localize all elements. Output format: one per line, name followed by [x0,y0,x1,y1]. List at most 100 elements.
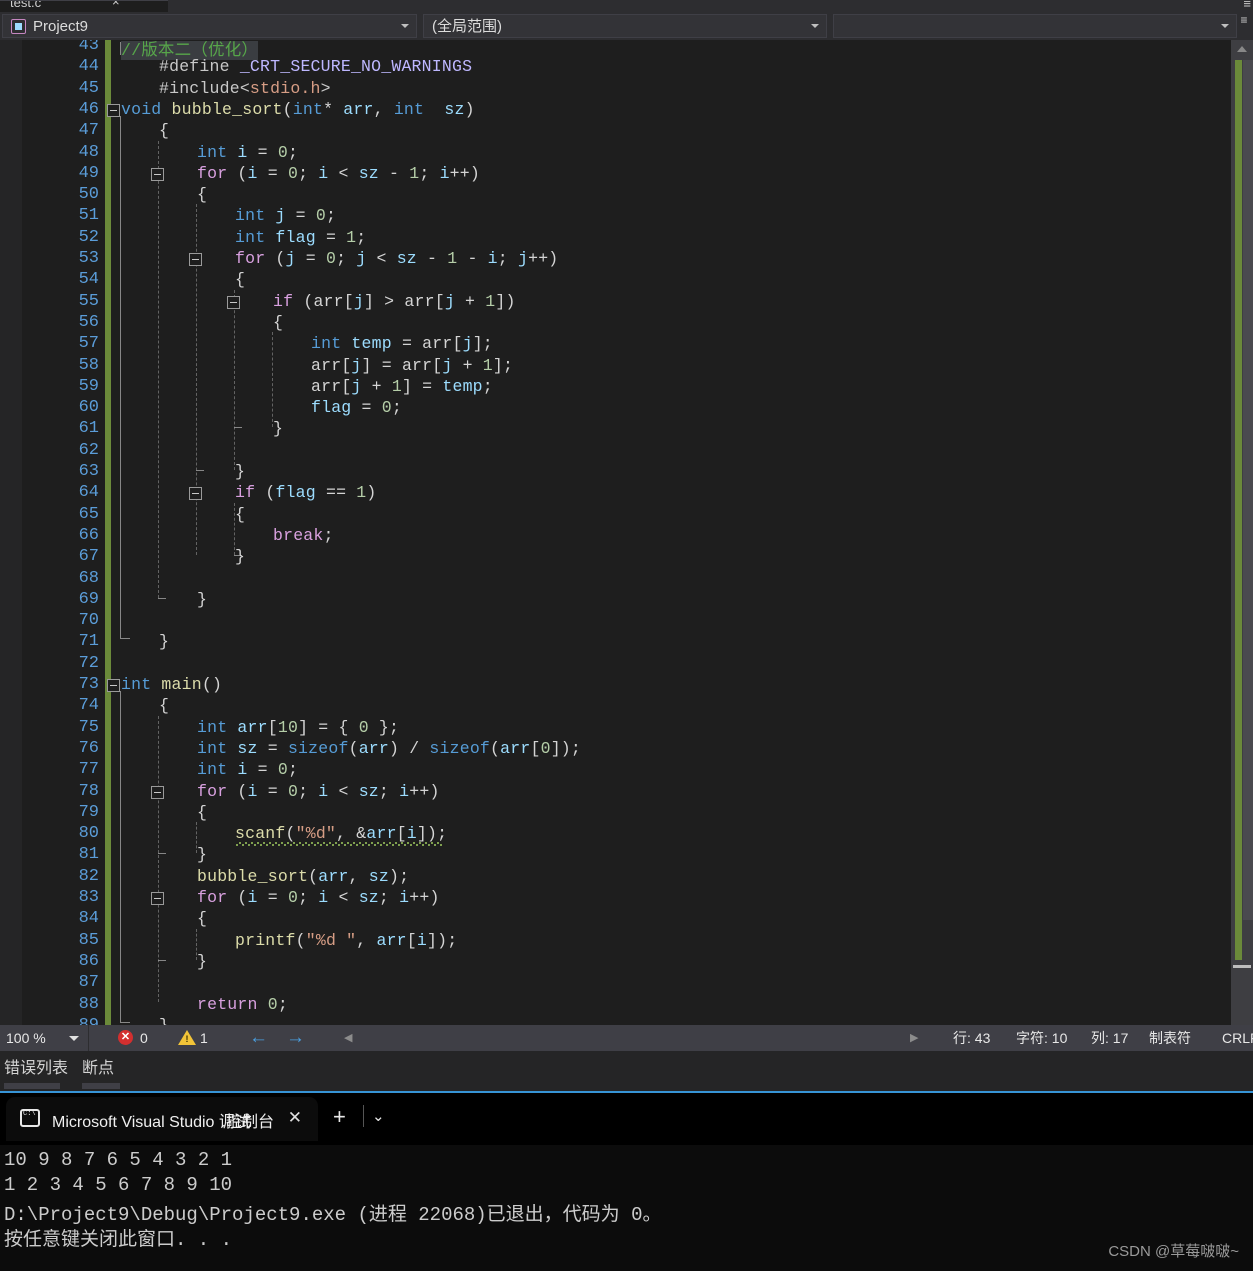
code-editor[interactable]: 43 44 45 46 47 48 49 50 51 52 53 54 55 56 57 58 59 60 61 62… [0,40,1253,1025]
code-token: ( [285,824,296,844]
zoom-selector[interactable]: 100 % [0,1025,89,1051]
code-line[interactable]: } [197,952,207,971]
new-terminal-icon[interactable]: + [333,1105,346,1129]
close-icon[interactable]: × [112,1,120,9]
code-line[interactable]: { [197,803,207,822]
code-text-area[interactable]: //版本二（优化） #define _CRT_SECURE_NO_WARNINGS… [107,40,1253,1025]
code-line[interactable]: { [159,696,169,715]
code-token: [ [432,355,443,375]
code-token: main [161,675,202,694]
code-line[interactable]: { [273,313,283,332]
code-line[interactable]: int j = 0; [235,206,336,225]
code-line[interactable]: int sz = sizeof(arr) / sizeof(arr[0]); [197,739,581,758]
code-line[interactable]: for (i = 0; i < sz - 1; i++) [197,164,480,183]
code-line[interactable]: bubble_sort(arr, sz); [197,867,409,886]
collapse-toggle-icon[interactable] [227,295,240,309]
code-line[interactable]: #include<stdio.h> [159,79,331,98]
tab-test-c[interactable]: test.c pin-icon × [0,0,168,12]
code-line[interactable]: #define _CRT_SECURE_NO_WARNINGS [159,57,472,76]
code-line[interactable]: if (arr[j] > arr[j + 1]) [273,292,516,311]
tab-breakpoints[interactable]: 断点 [82,1055,114,1083]
eol-indicator[interactable]: CRLF [1222,1025,1253,1051]
navbar-overflow-icon[interactable]: ≡ [1237,14,1251,34]
tab-overflow-icon[interactable]: ≡ [1243,0,1251,11]
terminal-tab[interactable]: Microsoft Visual Studio 调试 控制台 ✕ [6,1097,318,1141]
tab-mode-indicator[interactable]: 制表符 [1149,1025,1191,1051]
code-line[interactable]: if (flag == 1) [235,483,377,502]
collapse-toggle-icon[interactable] [151,892,164,905]
code-line[interactable]: int temp = arr[j]; [311,334,493,353]
editor-vertical-scrollbar[interactable] [1231,40,1253,1025]
code-token: i [406,824,417,844]
close-icon[interactable]: ✕ [288,1107,302,1129]
error-count[interactable]: 0 [140,1025,148,1051]
terminal-tab-title-overlap: 控制台 [226,1114,275,1131]
code-line[interactable]: { [235,270,245,289]
code-token: } [235,462,246,481]
code-token: ]); [427,930,458,950]
code-line[interactable]: int flag = 1; [235,228,366,247]
scope-selector[interactable]: (全局范围) [423,14,827,38]
code-token: , [373,99,394,119]
code-token: } [235,547,246,567]
member-selector[interactable] [833,14,1237,38]
line-number: 85 [78,930,99,950]
code-token: for [197,163,228,183]
code-line[interactable]: } [159,632,169,651]
line-number: 86 [78,951,99,971]
code-line[interactable]: void bubble_sort(int* arr, int sz) [121,100,475,119]
code-line[interactable]: return 0; [197,995,288,1014]
code-token: int [292,99,324,119]
code-token: } [197,845,208,865]
collapse-toggle-icon[interactable] [151,167,164,181]
scrollbar-thumb[interactable] [1243,60,1253,920]
code-line[interactable]: scanf("%d", &arr[i]); [235,824,447,843]
code-line[interactable]: int i = 0; [197,143,298,162]
code-line[interactable]: break; [273,526,334,545]
expand-right-icon[interactable]: ▶ [910,1025,918,1051]
debug-console[interactable]: Microsoft Visual Studio 调试 控制台 ✕ + ⌄ 10 … [0,1093,1253,1271]
code-line[interactable]: for (i = 0; i < sz; i++) [197,782,440,801]
code-line[interactable]: for (j = 0; j < sz - 1 - i; j++) [235,249,558,268]
navigate-forward-icon[interactable]: → [286,1025,305,1051]
code-line[interactable]: } [197,845,207,864]
code-line[interactable]: flag = 0; [311,398,402,417]
scroll-up-icon[interactable] [1237,46,1247,52]
tab-error-list[interactable]: 错误列表 [4,1055,68,1083]
code-line[interactable]: int arr[10] = { 0 }; [197,718,399,737]
code-token: arr [500,738,531,758]
code-token: i [399,781,410,801]
collapse-toggle-icon[interactable] [189,487,202,501]
collapse-left-icon[interactable]: ◀ [344,1025,352,1051]
collapse-toggle-icon[interactable] [107,679,120,692]
code-line[interactable]: int i = 0; [197,760,298,779]
code-line[interactable]: } [159,1016,169,1025]
code-line[interactable]: } [235,547,245,566]
navigate-back-icon[interactable]: ← [249,1025,268,1051]
code-line[interactable]: { [159,121,169,140]
code-token: arr [422,334,453,354]
chevron-down-icon [811,24,819,28]
code-line[interactable]: { [197,185,207,204]
code-line[interactable]: printf("%d ", arr[i]); [235,931,457,950]
code-line[interactable]: { [235,505,245,524]
warning-count[interactable]: 1 [200,1025,208,1051]
line-number: 58 [78,355,99,375]
code-line[interactable]: arr[j + 1] = temp; [311,377,493,396]
collapse-toggle-icon[interactable] [189,253,202,266]
code-token: 0 [287,888,299,907]
chevron-down-icon[interactable]: ⌄ [372,1106,385,1128]
code-line[interactable]: } [235,462,245,481]
code-token: ( [227,163,248,183]
code-line[interactable]: arr[j] = arr[j + 1]; [311,356,513,375]
code-line[interactable]: } [197,590,207,609]
collapse-toggle-icon[interactable] [107,103,120,117]
code-line[interactable]: { [197,909,207,928]
collapse-toggle-icon[interactable] [151,785,164,799]
project-selector[interactable]: Project9 [2,14,417,38]
code-line[interactable]: int main() [121,675,222,694]
code-token: j [351,376,362,396]
code-line[interactable]: } [273,419,283,438]
code-line[interactable]: for (i = 0; i < sz; i++) [197,888,440,907]
line-number: 84 [78,909,99,929]
